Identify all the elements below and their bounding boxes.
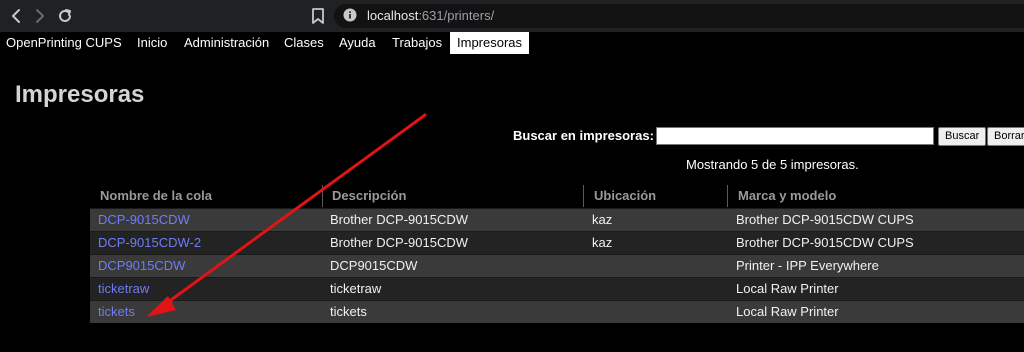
printer-link[interactable]: tickets [98, 304, 135, 320]
reload-icon[interactable] [55, 6, 75, 26]
printer-count: Mostrando 5 de 5 impresoras. [686, 157, 859, 172]
back-icon[interactable] [6, 6, 26, 26]
menu-trabajos[interactable]: Trabajos [392, 32, 442, 54]
printer-model: Printer - IPP Everywhere [736, 258, 879, 273]
forward-icon[interactable] [30, 6, 50, 26]
printer-model: Brother DCP-9015CDW CUPS [736, 235, 914, 250]
clear-button[interactable]: Borrar [987, 127, 1024, 146]
printer-link[interactable]: ticketraw [98, 281, 149, 297]
search-label: Buscar en impresoras: [513, 128, 654, 143]
printer-model: Brother DCP-9015CDW CUPS [736, 212, 914, 227]
header-location[interactable]: Ubicación [594, 188, 656, 203]
printer-description: DCP9015CDW [330, 258, 418, 273]
printer-model: Local Raw Printer [736, 304, 839, 319]
header-queue-name[interactable]: Nombre de la cola [100, 188, 212, 203]
printer-link[interactable]: DCP9015CDW [98, 258, 185, 274]
table-row: tickets tickets Local Raw Printer [90, 300, 1024, 323]
bookmark-icon[interactable] [309, 6, 327, 26]
menu-impresoras[interactable]: Impresoras [450, 32, 530, 54]
browser-toolbar: localhost:631/printers/ [0, 0, 1024, 32]
cups-menu-bar: OpenPrinting CUPS Inicio Administración … [0, 32, 1024, 54]
menu-ayuda[interactable]: Ayuda [339, 32, 376, 54]
site-info-icon[interactable] [343, 8, 357, 22]
printer-description: ticketraw [330, 281, 382, 296]
printer-link[interactable]: DCP-9015CDW-2 [98, 235, 201, 251]
printer-link[interactable]: DCP-9015CDW [98, 212, 190, 228]
printer-description: tickets [330, 304, 367, 319]
menu-clases[interactable]: Clases [284, 32, 324, 54]
table-row: ticketraw ticketraw Local Raw Printer [90, 277, 1024, 300]
printer-location: kaz [592, 212, 613, 227]
url-path: :631/printers/ [418, 8, 495, 23]
search-input[interactable] [656, 127, 934, 145]
column-divider [583, 185, 584, 207]
header-description[interactable]: Descripción [332, 188, 406, 203]
header-make-model[interactable]: Marca y modelo [738, 188, 836, 203]
table-row: DCP-9015CDW Brother DCP-9015CDW kaz Brot… [90, 208, 1024, 231]
url-host: localhost [367, 8, 419, 23]
printer-location: kaz [592, 235, 613, 250]
url-text[interactable]: localhost:631/printers/ [367, 8, 494, 24]
menu-openprinting-cups[interactable]: OpenPrinting CUPS [6, 32, 122, 54]
printer-description: Brother DCP-9015CDW [330, 212, 468, 227]
printer-description: Brother DCP-9015CDW [330, 235, 468, 250]
menu-inicio[interactable]: Inicio [137, 32, 167, 54]
menu-administracion[interactable]: Administración [184, 32, 269, 54]
column-divider [727, 185, 728, 207]
table-row: DCP-9015CDW-2 Brother DCP-9015CDW kaz Br… [90, 231, 1024, 254]
search-button[interactable]: Buscar [938, 127, 987, 146]
printer-model: Local Raw Printer [736, 281, 839, 296]
table-row: DCP9015CDW DCP9015CDW Printer - IPP Ever… [90, 254, 1024, 277]
page-title: Impresoras [15, 81, 145, 108]
column-divider [322, 185, 323, 207]
